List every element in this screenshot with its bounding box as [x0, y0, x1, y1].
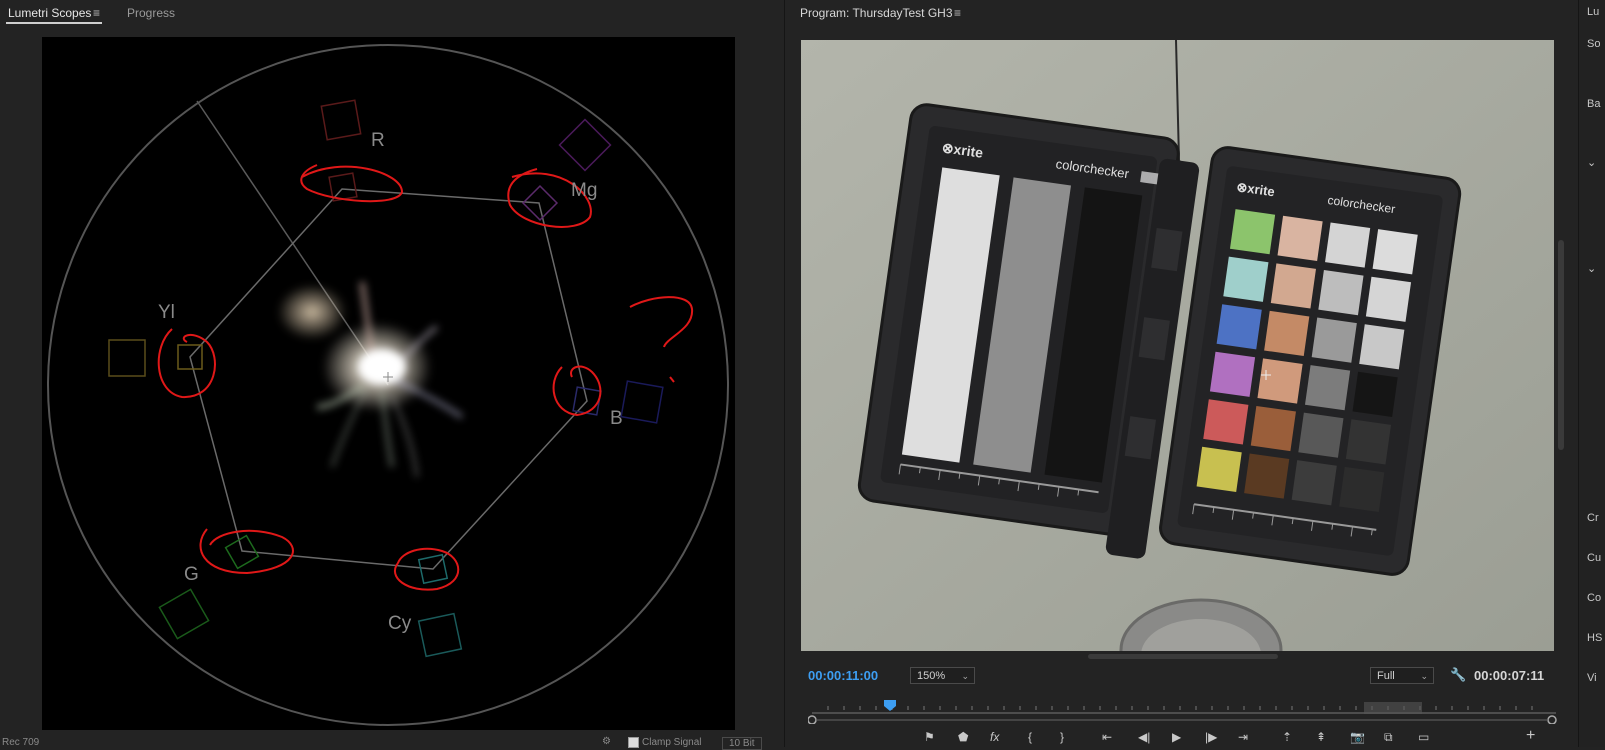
step-forward-icon[interactable]: |▶: [1205, 730, 1217, 744]
left-tab-bar: Lumetri Scopes ≡ Progress: [0, 0, 780, 26]
step-back-icon[interactable]: ◀|: [1138, 730, 1150, 744]
current-timecode[interactable]: 00:00:11:00: [808, 668, 878, 683]
mark-out-icon[interactable]: }: [1060, 730, 1064, 744]
lumetri-color-panel-edge: Lu So Ba ⌄ ⌄ Cr Cu Co HS Vi: [1578, 0, 1605, 747]
transport-controls: ⚑ ⬟ fx { } ⇤ ◀| ▶ |▶ ⇥ ⇡ ⇞ 📷 ⧉ ▭ +: [800, 727, 1560, 747]
program-menu-icon[interactable]: ≡: [954, 6, 961, 20]
right-label-color-wheels[interactable]: Co: [1587, 592, 1601, 604]
comparison-view-icon[interactable]: ⧉: [1384, 730, 1393, 745]
wrench-icon[interactable]: ⚙: [602, 736, 611, 747]
video-preview[interactable]: ⊗xrite colorchecker VIDEO ⊗xrite colorch…: [801, 40, 1554, 651]
wrench-settings-icon[interactable]: 🔧: [1450, 667, 1466, 683]
color-space-label: Rec 709: [2, 737, 40, 748]
panel-divider[interactable]: [784, 0, 785, 747]
go-to-out-icon[interactable]: ⇥: [1238, 730, 1248, 744]
target-label-yl: Yl: [158, 302, 175, 323]
target-label-mg: Mg: [571, 180, 598, 201]
target-label-cy: Cy: [388, 613, 412, 634]
video-horizontal-scrollbar[interactable]: [1088, 654, 1278, 659]
vectorscope[interactable]: R Mg Yl B G Cy: [42, 37, 735, 730]
right-tab-label[interactable]: Lu: [1587, 6, 1599, 18]
bit-depth-dropdown[interactable]: 10 Bit: [722, 737, 762, 750]
multi-camera-icon[interactable]: ▭: [1418, 730, 1429, 744]
annotation-circle-r: [300, 164, 404, 203]
tab-progress[interactable]: Progress: [127, 6, 175, 20]
add-marker-icon[interactable]: ⚑: [924, 730, 935, 744]
clamp-signal-label: Clamp Signal: [642, 737, 702, 748]
go-to-in-icon[interactable]: ⇤: [1102, 730, 1112, 744]
chevron-down-icon[interactable]: ⌄: [1587, 156, 1596, 169]
right-label-curves[interactable]: Cu: [1587, 552, 1601, 564]
right-label-creative[interactable]: Cr: [1587, 512, 1599, 524]
extract-icon[interactable]: ⇞: [1316, 730, 1326, 744]
panel-menu-icon[interactable]: ≡: [93, 6, 100, 20]
video-vertical-scrollbar[interactable]: [1558, 240, 1564, 450]
annotation-question: [629, 296, 694, 348]
chevron-down-icon[interactable]: ⌄: [1587, 262, 1596, 275]
chevron-down-icon: ⌄: [961, 671, 969, 681]
target-label-g: G: [184, 564, 199, 585]
right-label-hsl[interactable]: HS: [1587, 632, 1602, 644]
clamp-signal-checkbox[interactable]: [628, 737, 639, 748]
playback-resolution-dropdown[interactable]: Full ⌄: [1370, 667, 1434, 684]
lift-icon[interactable]: ⇡: [1282, 730, 1292, 744]
zoom-level-value: 150%: [917, 670, 946, 682]
program-title[interactable]: Program: ThursdayTest GH3: [800, 6, 953, 20]
right-label-source: So: [1587, 38, 1601, 50]
annotation-circle-cy: [394, 547, 460, 591]
target-label-b: B: [610, 408, 623, 429]
fx-icon[interactable]: fx: [990, 730, 999, 744]
export-frame-icon[interactable]: 📷: [1350, 730, 1365, 744]
video-frame-graphic: ⊗xrite colorchecker VIDEO ⊗xrite colorch…: [801, 40, 1554, 651]
play-icon[interactable]: ▶: [1172, 730, 1181, 744]
target-label-r: R: [371, 130, 385, 151]
right-label-basic[interactable]: Ba: [1587, 98, 1600, 110]
tab-lumetri-scopes[interactable]: Lumetri Scopes: [8, 6, 91, 20]
add-button-icon[interactable]: +: [1526, 727, 1535, 745]
chevron-down-icon: ⌄: [1420, 671, 1428, 681]
duration-timecode: 00:00:07:11: [1474, 668, 1545, 683]
ruler-graphic: [807, 700, 1557, 725]
resolution-value: Full: [1377, 670, 1395, 682]
mark-in-icon[interactable]: {: [1028, 730, 1032, 744]
zoom-level-dropdown[interactable]: 150% ⌄: [910, 667, 975, 684]
marker-icon[interactable]: ⬟: [958, 730, 968, 744]
scope-footer: Rec 709 ⚙ Clamp Signal 10 Bit: [0, 736, 780, 750]
active-tab-indicator: [6, 22, 102, 24]
right-label-vignette[interactable]: Vi: [1587, 672, 1597, 684]
playback-ruler[interactable]: [807, 698, 1560, 725]
